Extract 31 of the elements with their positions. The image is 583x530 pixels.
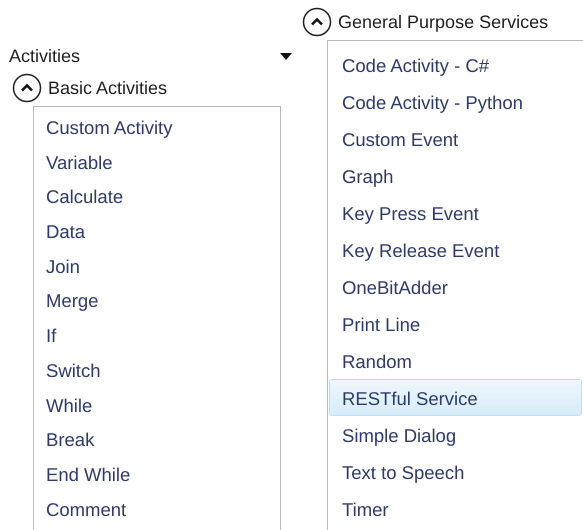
list-item[interactable]: Calculate [35,179,279,214]
collapse-icon[interactable] [12,73,42,103]
list-item[interactable]: OneBitAdder [329,268,582,305]
list-item[interactable]: Timer [329,490,582,527]
list-item[interactable]: Key Release Event [329,231,582,268]
list-item[interactable]: While [35,388,279,422]
collapse-icon[interactable] [302,7,332,37]
list-item[interactable]: Merge [35,283,279,318]
list-item[interactable]: Print Line [329,305,582,342]
list-item[interactable]: Switch [35,352,279,388]
list-item[interactable]: Break [35,422,279,457]
list-item[interactable]: If [35,318,279,353]
list-item[interactable]: RESTful Service [329,379,582,416]
list-item[interactable]: Code Activity - Python [329,83,582,120]
list-item[interactable]: Code Activity - C# [329,46,582,83]
list-item[interactable]: Variable [35,144,279,180]
panel-title: Activities [9,46,80,67]
list-item[interactable]: Simple Dialog [329,416,582,453]
list-item[interactable]: Random [329,342,582,379]
dropdown-caret-icon[interactable] [280,53,292,60]
list-item[interactable]: Graph [329,157,582,194]
list-item[interactable]: End While [35,456,279,492]
list-item[interactable]: Key Press Event [329,194,582,231]
group-title: General Purpose Services [338,12,548,32]
list-item[interactable]: Data [35,214,279,249]
list-item[interactable]: Comment [35,492,279,526]
group-title: Basic Activities [48,78,168,98]
list-item[interactable]: Join [35,248,279,284]
list-item[interactable]: Custom Event [329,120,582,157]
list-item[interactable]: Text to Speech [329,453,582,490]
list-item[interactable]: Custom Activity [35,110,279,145]
